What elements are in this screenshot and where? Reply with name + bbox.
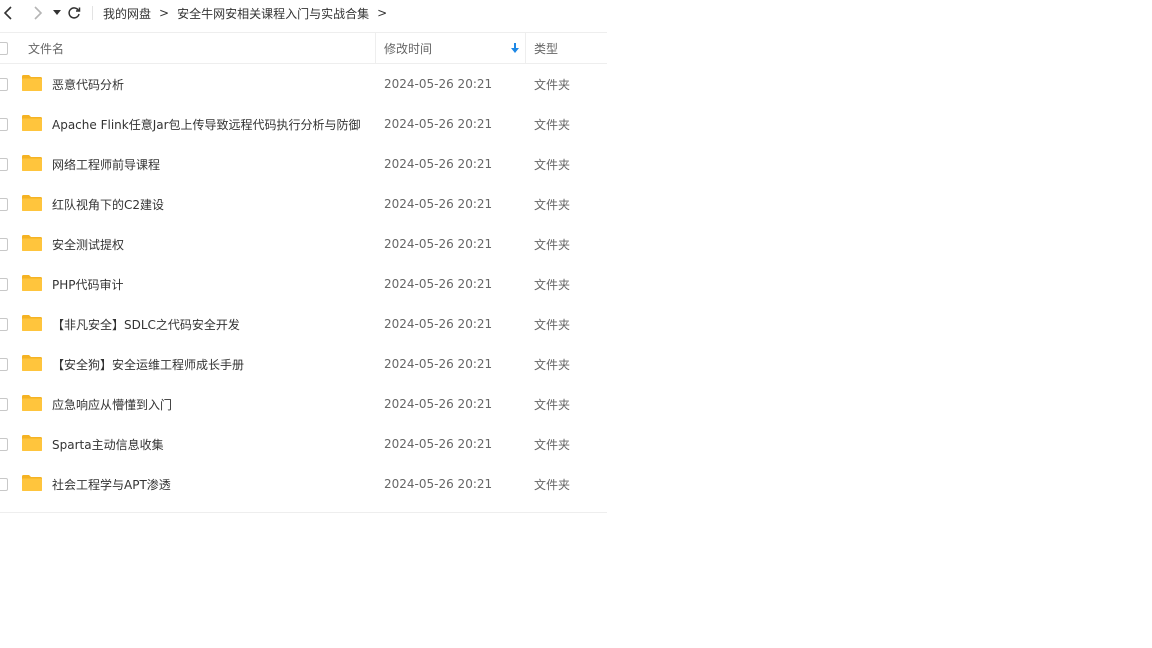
column-header-type[interactable]: 类型 — [534, 33, 558, 63]
file-row[interactable]: 安全测试提权 2024-05-26 20:21 文件夹 — [0, 224, 607, 264]
file-modified-time: 2024-05-26 20:21 — [384, 237, 493, 251]
file-modified-time: 2024-05-26 20:21 — [384, 397, 493, 411]
column-header-time-label: 修改时间 — [384, 41, 433, 56]
folder-icon — [22, 195, 42, 211]
file-type: 文件夹 — [534, 157, 571, 172]
column-header-time[interactable]: 修改时间 — [384, 33, 432, 63]
file-row[interactable]: 恶意代码分析 2024-05-26 20:21 文件夹 — [0, 64, 607, 104]
file-modified-time: 2024-05-26 20:21 — [384, 77, 493, 91]
file-name[interactable]: Apache Flink任意Jar包上传导致远程代码执行分析与防御 — [52, 104, 361, 144]
file-name[interactable]: 【安全狗】安全运维工程师成长手册 — [52, 344, 244, 384]
row-checkbox[interactable] — [0, 318, 8, 331]
row-checkbox[interactable] — [0, 118, 8, 131]
sort-descending-icon[interactable] — [511, 43, 519, 53]
row-checkbox[interactable] — [0, 78, 8, 91]
row-checkbox[interactable] — [0, 358, 8, 371]
column-divider[interactable] — [525, 33, 526, 63]
file-type: 文件夹 — [534, 477, 571, 492]
folder-icon — [22, 155, 42, 171]
row-checkbox[interactable] — [0, 198, 8, 211]
chevron-right-icon — [34, 6, 43, 20]
file-row[interactable]: 网络工程师前导课程 2024-05-26 20:21 文件夹 — [0, 144, 607, 184]
file-row[interactable]: 【非凡安全】SDLC之代码安全开发 2024-05-26 20:21 文件夹 — [0, 304, 607, 344]
file-list: 恶意代码分析 2024-05-26 20:21 文件夹 Apache Flink… — [0, 64, 607, 504]
column-header-name[interactable]: 文件名 — [28, 33, 64, 63]
file-modified-time: 2024-05-26 20:21 — [384, 357, 493, 371]
file-row[interactable]: 【安全狗】安全运维工程师成长手册 2024-05-26 20:21 文件夹 — [0, 344, 607, 384]
file-type: 文件夹 — [534, 317, 571, 332]
file-name[interactable]: 安全测试提权 — [52, 224, 124, 264]
file-name[interactable]: 社会工程学与APT渗透 — [52, 464, 171, 504]
file-name[interactable]: Sparta主动信息收集 — [52, 424, 164, 464]
file-modified-time: 2024-05-26 20:21 — [384, 437, 493, 451]
file-type: 文件夹 — [534, 357, 571, 372]
file-type: 文件夹 — [534, 397, 571, 412]
file-row[interactable]: 社会工程学与APT渗透 2024-05-26 20:21 文件夹 — [0, 464, 607, 504]
file-modified-time: 2024-05-26 20:21 — [384, 317, 493, 331]
file-modified-time: 2024-05-26 20:21 — [384, 197, 493, 211]
navigation-bar: 我的网盘 > 安全牛网安相关课程入门与实战合集 > — [0, 0, 600, 26]
file-name[interactable]: 红队视角下的C2建设 — [52, 184, 164, 224]
history-dropdown-button[interactable] — [52, 0, 62, 26]
back-button[interactable] — [0, 0, 16, 26]
refresh-icon — [68, 7, 81, 19]
row-checkbox[interactable] — [0, 398, 8, 411]
file-name[interactable]: 应急响应从懵懂到入门 — [52, 384, 172, 424]
caret-down-icon — [53, 10, 61, 15]
file-type: 文件夹 — [534, 237, 571, 252]
column-header-type-label: 类型 — [534, 41, 559, 56]
folder-icon — [22, 75, 42, 91]
breadcrumb-item-root[interactable]: 我的网盘 — [103, 5, 151, 22]
select-all-checkbox[interactable] — [0, 42, 8, 55]
file-type: 文件夹 — [534, 117, 571, 132]
breadcrumb: 我的网盘 > 安全牛网安相关课程入门与实战合集 > — [103, 5, 395, 22]
column-header-name-label: 文件名 — [28, 41, 65, 56]
file-modified-time: 2024-05-26 20:21 — [384, 277, 493, 291]
row-checkbox[interactable] — [0, 438, 8, 451]
file-type: 文件夹 — [534, 77, 571, 92]
file-modified-time: 2024-05-26 20:21 — [384, 117, 493, 131]
folder-icon — [22, 235, 42, 251]
folder-icon — [22, 355, 42, 371]
file-name[interactable]: 网络工程师前导课程 — [52, 144, 160, 184]
row-checkbox[interactable] — [0, 478, 8, 491]
file-name[interactable]: 【非凡安全】SDLC之代码安全开发 — [52, 304, 240, 344]
file-row[interactable]: Apache Flink任意Jar包上传导致远程代码执行分析与防御 2024-0… — [0, 104, 607, 144]
folder-icon — [22, 395, 42, 411]
chevron-left-icon — [3, 6, 12, 20]
folder-icon — [22, 435, 42, 451]
file-row[interactable]: 应急响应从懵懂到入门 2024-05-26 20:21 文件夹 — [0, 384, 607, 424]
breadcrumb-separator: > — [159, 6, 170, 20]
file-type: 文件夹 — [534, 197, 571, 212]
file-type: 文件夹 — [534, 277, 571, 292]
file-name[interactable]: 恶意代码分析 — [52, 64, 124, 104]
table-bottom-border — [0, 504, 607, 513]
file-row[interactable]: 红队视角下的C2建设 2024-05-26 20:21 文件夹 — [0, 184, 607, 224]
breadcrumb-separator: > — [377, 6, 388, 20]
folder-icon — [22, 275, 42, 291]
file-name[interactable]: PHP代码审计 — [52, 264, 124, 304]
file-row[interactable]: PHP代码审计 2024-05-26 20:21 文件夹 — [0, 264, 607, 304]
file-type: 文件夹 — [534, 437, 571, 452]
file-modified-time: 2024-05-26 20:21 — [384, 477, 493, 491]
column-divider[interactable] — [375, 33, 376, 63]
forward-button[interactable] — [30, 0, 46, 26]
file-table: 文件名 修改时间 类型 恶意代码分析 2024-05-26 20:21 文件夹 — [0, 32, 607, 513]
folder-icon — [22, 475, 42, 491]
nav-divider — [92, 6, 93, 20]
row-checkbox[interactable] — [0, 278, 8, 291]
breadcrumb-item-current[interactable]: 安全牛网安相关课程入门与实战合集 — [177, 5, 369, 22]
folder-icon — [22, 315, 42, 331]
folder-icon — [22, 115, 42, 131]
file-modified-time: 2024-05-26 20:21 — [384, 157, 493, 171]
refresh-button[interactable] — [66, 0, 82, 26]
file-row[interactable]: Sparta主动信息收集 2024-05-26 20:21 文件夹 — [0, 424, 607, 464]
row-checkbox[interactable] — [0, 238, 8, 251]
row-checkbox[interactable] — [0, 158, 8, 171]
table-header: 文件名 修改时间 类型 — [0, 32, 607, 64]
